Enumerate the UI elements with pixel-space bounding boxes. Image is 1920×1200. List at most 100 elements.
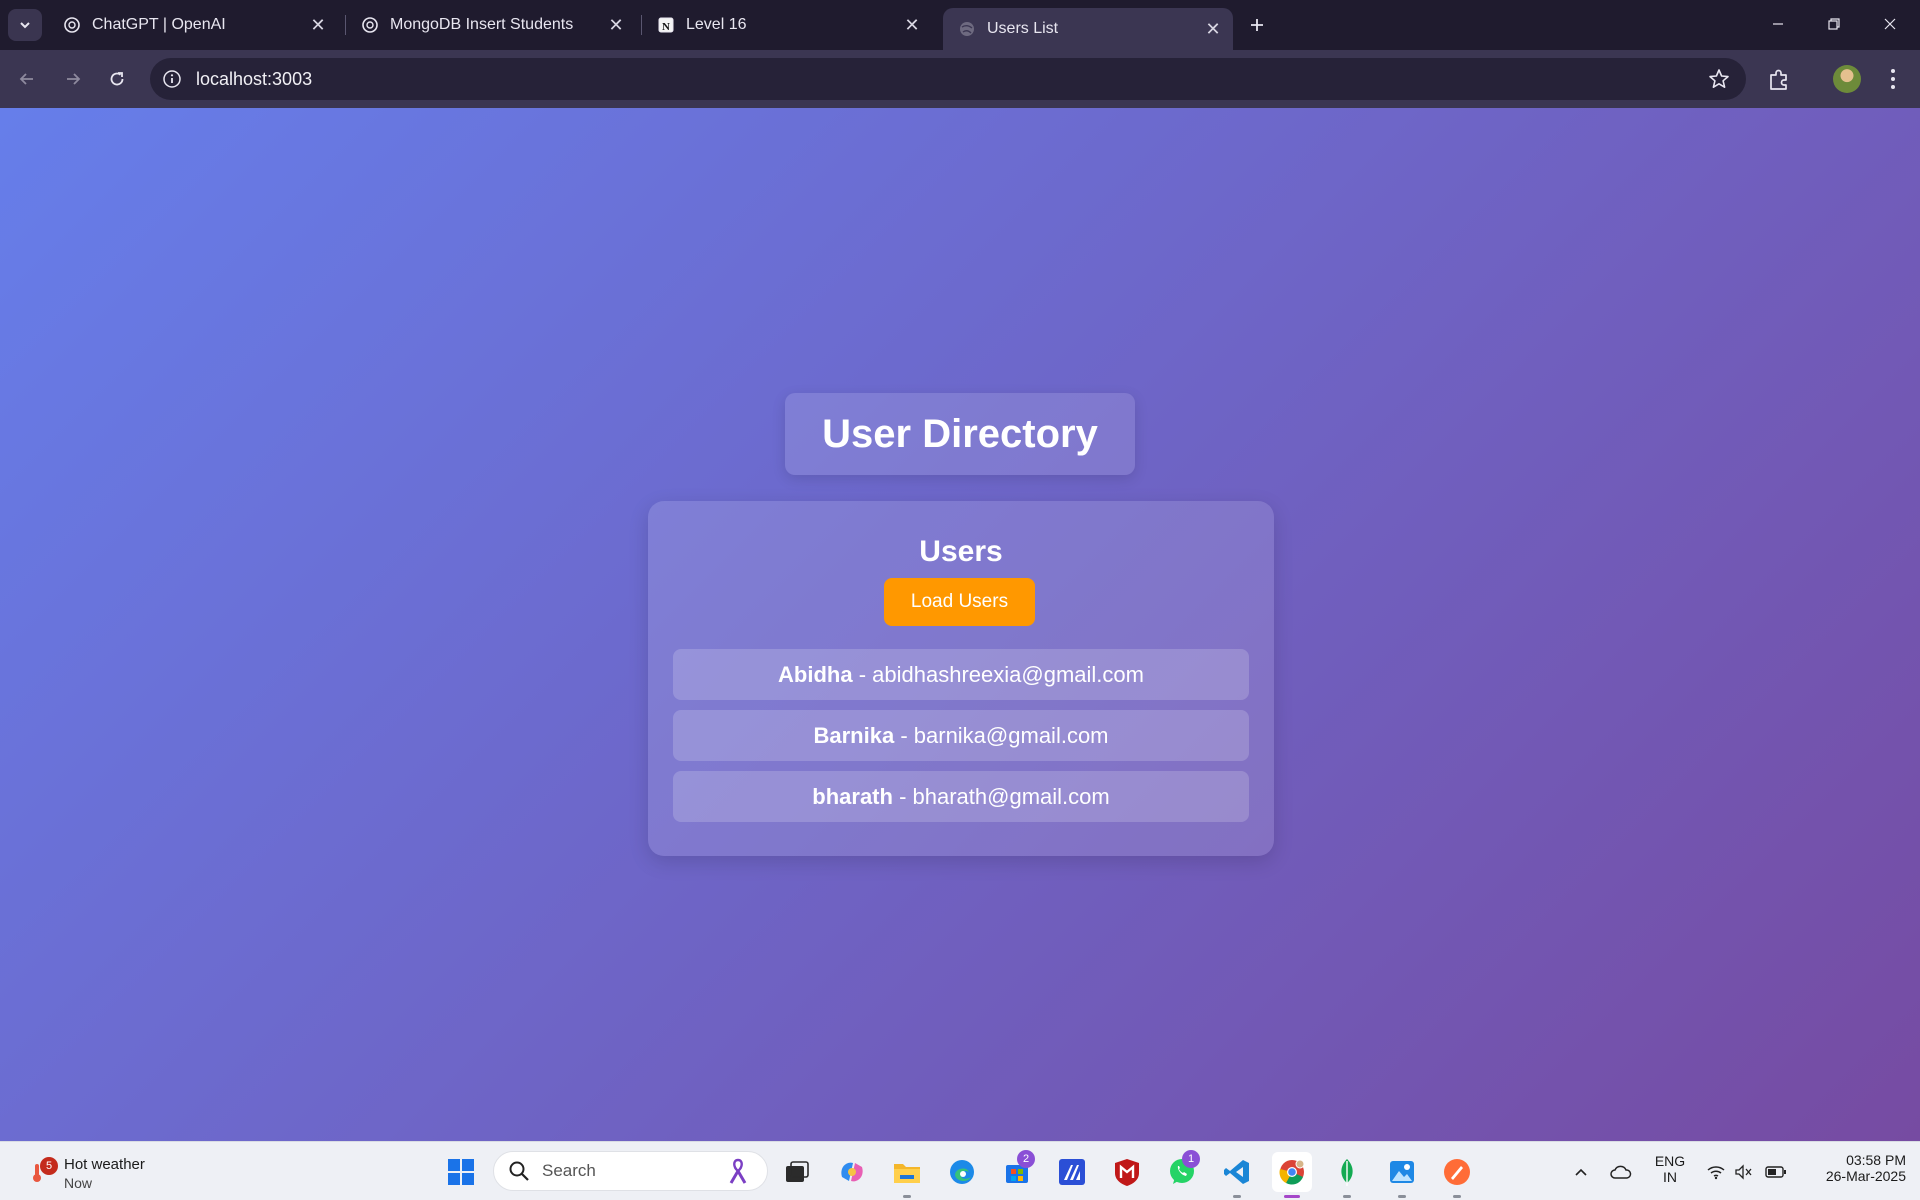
globe-icon	[957, 19, 977, 39]
user-email: bharath@gmail.com	[912, 783, 1110, 809]
copilot-button[interactable]	[832, 1152, 872, 1192]
running-indicator	[1343, 1195, 1351, 1198]
svg-text:N: N	[662, 21, 670, 33]
postman-icon	[1444, 1159, 1470, 1185]
forward-button[interactable]	[56, 62, 90, 96]
windows-logo-icon	[448, 1159, 474, 1185]
new-tab-button[interactable]	[1244, 12, 1270, 38]
running-indicator	[1398, 1195, 1406, 1198]
language-indicator[interactable]: ENG IN	[1649, 1153, 1691, 1185]
close-window-button[interactable]	[1870, 8, 1910, 40]
photos-icon	[1390, 1161, 1414, 1183]
openai-icon	[360, 15, 380, 35]
back-button[interactable]	[10, 62, 44, 96]
edge-button[interactable]	[942, 1152, 982, 1192]
tab-strip: ChatGPT | OpenAI ✕ MongoDB Insert Studen…	[0, 0, 1920, 50]
users-card: Users Load Users Abidha - abidhashreexia…	[648, 501, 1274, 856]
close-icon[interactable]: ✕	[900, 13, 924, 37]
browser-menu-button[interactable]	[1880, 65, 1906, 93]
search-placeholder: Search	[542, 1161, 596, 1180]
tab-title: Level 16	[686, 16, 747, 33]
close-icon[interactable]: ✕	[306, 13, 330, 37]
postman-button[interactable]	[1437, 1152, 1477, 1198]
page-title-box: User Directory	[785, 393, 1135, 475]
restore-button[interactable]	[1814, 8, 1854, 40]
arrow-right-icon	[67, 73, 81, 85]
mongodb-compass-button[interactable]	[1327, 1152, 1367, 1198]
plus-icon	[1251, 19, 1263, 31]
dev-app-button[interactable]	[1052, 1152, 1092, 1192]
extensions-puzzle-icon[interactable]	[1766, 66, 1792, 92]
tab-mongodb-insert-students[interactable]: MongoDB Insert Students ✕	[346, 8, 636, 42]
user-name: Barnika	[813, 722, 895, 748]
notification-badge: 1	[1182, 1150, 1200, 1168]
reload-icon	[110, 72, 124, 86]
battery-icon	[1765, 1166, 1786, 1178]
running-indicator	[903, 1195, 911, 1198]
ide-logo-icon	[1059, 1159, 1085, 1185]
user-list-item: Barnika - barnika@gmail.com	[673, 710, 1249, 761]
site-info-icon[interactable]	[160, 67, 184, 91]
notion-icon: N	[656, 15, 676, 35]
minimize-icon	[1773, 23, 1783, 25]
weather-subtitle: Now	[64, 1175, 93, 1191]
weather-title: Hot weather	[64, 1156, 145, 1173]
reload-button[interactable]	[100, 62, 134, 96]
photos-button[interactable]	[1382, 1152, 1422, 1198]
user-email: abidhashreexia@gmail.com	[872, 661, 1144, 687]
awareness-ribbon-icon	[729, 1158, 747, 1184]
language-code: ENG	[1654, 1153, 1686, 1169]
page-viewport: User Directory Users Load Users Abidha -…	[0, 108, 1920, 1141]
mcafee-button[interactable]	[1107, 1152, 1147, 1192]
tab-search-button[interactable]	[8, 9, 42, 41]
shield-icon	[1115, 1159, 1139, 1186]
folder-icon	[894, 1164, 920, 1183]
users-heading: Users	[919, 535, 1003, 568]
tab-users-list[interactable]: Users List ✕	[943, 8, 1233, 50]
close-icon[interactable]: ✕	[604, 13, 628, 37]
restore-icon	[1828, 18, 1840, 30]
weather-badge: 5	[40, 1157, 58, 1175]
speaker-muted-icon	[1735, 1164, 1752, 1180]
clock-date: 26-Mar-2025	[1825, 1168, 1906, 1184]
load-users-button[interactable]: Load Users	[884, 578, 1035, 626]
start-button[interactable]	[441, 1152, 481, 1192]
volume-button[interactable]	[1733, 1161, 1755, 1183]
user-separator: -	[892, 783, 913, 809]
whatsapp-button[interactable]: 1	[1162, 1150, 1202, 1192]
user-name: bharath	[812, 783, 893, 809]
vscode-icon	[1224, 1160, 1249, 1184]
chrome-button[interactable]	[1272, 1152, 1312, 1198]
task-view-button[interactable]	[777, 1152, 817, 1192]
wifi-icon	[1707, 1166, 1725, 1180]
chevron-up-icon	[1575, 1168, 1587, 1176]
vscode-button[interactable]	[1217, 1152, 1257, 1198]
running-indicator	[1233, 1195, 1241, 1198]
weather-widget[interactable]: 5 Hot weather Now	[22, 1150, 182, 1194]
close-icon[interactable]: ✕	[1201, 17, 1225, 41]
address-bar[interactable]: localhost:3003	[150, 58, 1746, 100]
wifi-button[interactable]	[1705, 1161, 1727, 1183]
tab-level-16[interactable]: N Level 16 ✕	[642, 8, 932, 42]
edge-browser-icon	[950, 1160, 974, 1184]
openai-icon	[62, 15, 82, 35]
profile-avatar[interactable]	[1833, 65, 1861, 93]
microsoft-store-button[interactable]: 2	[997, 1150, 1037, 1192]
cloud-icon	[1610, 1165, 1632, 1179]
user-name: Abidha	[778, 661, 853, 687]
minimize-button[interactable]	[1758, 8, 1798, 40]
clock[interactable]: 03:58 PM 26-Mar-2025	[1798, 1152, 1906, 1184]
battery-button[interactable]	[1765, 1161, 1787, 1183]
chevron-down-icon	[20, 22, 30, 29]
search-icon	[509, 1161, 529, 1181]
file-explorer-button[interactable]	[887, 1152, 927, 1198]
close-icon	[1884, 18, 1896, 30]
show-hidden-icons-button[interactable]	[1570, 1161, 1592, 1183]
url-text[interactable]: localhost:3003	[196, 69, 312, 90]
onedrive-button[interactable]	[1610, 1161, 1632, 1183]
taskbar-search[interactable]: Search	[493, 1151, 768, 1191]
tab-title: Users List	[987, 20, 1059, 37]
tab-chatgpt[interactable]: ChatGPT | OpenAI ✕	[48, 8, 338, 42]
notification-badge: 2	[1017, 1150, 1035, 1168]
bookmark-star-icon[interactable]	[1708, 68, 1730, 90]
